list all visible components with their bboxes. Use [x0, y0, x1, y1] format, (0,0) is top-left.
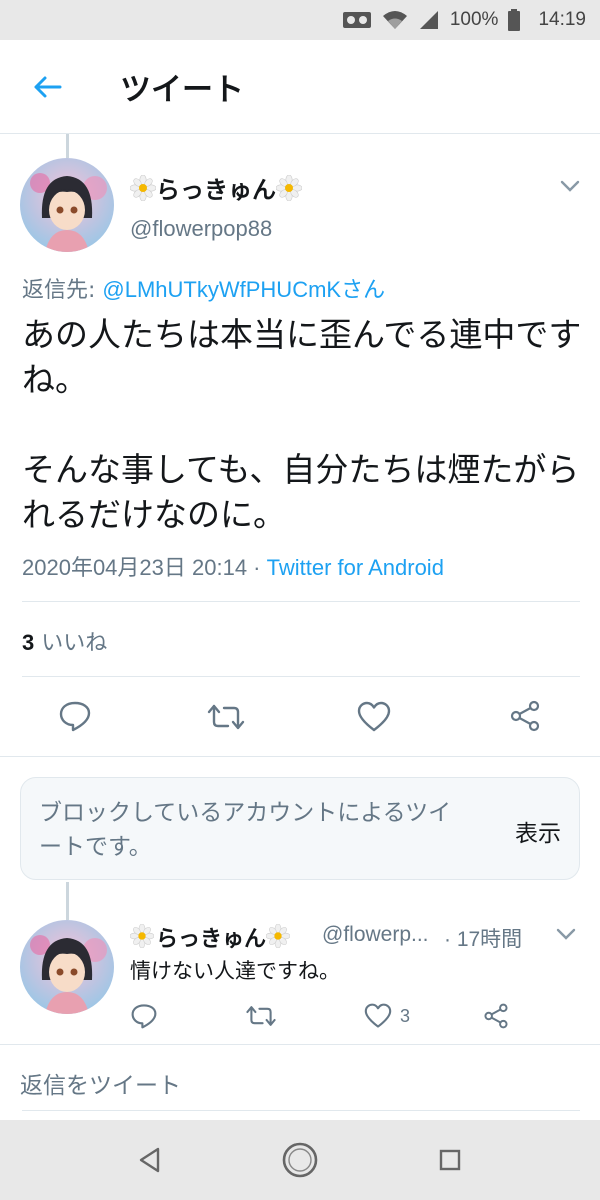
display-name-text: らっきゅん — [156, 927, 267, 952]
compose-underline — [22, 1110, 580, 1111]
reply-to-mention[interactable]: @LMhUTkyWfPHUCmKさん — [102, 277, 385, 302]
flower-icon — [129, 923, 156, 950]
share-icon — [510, 700, 540, 732]
notification-icon — [342, 9, 372, 31]
square-recents-icon — [439, 1149, 461, 1171]
divider — [0, 756, 600, 757]
nav-recents-button[interactable] — [430, 1140, 470, 1180]
like-label: いいね — [34, 631, 108, 656]
nav-home-button[interactable] — [280, 1140, 320, 1180]
navigation-bar — [0, 1120, 600, 1200]
like-button[interactable] — [357, 701, 391, 733]
chevron-down-icon — [556, 928, 576, 940]
wifi-icon — [382, 9, 408, 31]
chevron-down-icon — [560, 180, 580, 192]
reply-to-line: 返信先: @LMhUTkyWfPHUCmKさん — [22, 272, 385, 304]
tweet-source[interactable]: Twitter for Android — [267, 555, 444, 580]
clock: 14:19 — [538, 9, 586, 30]
status-bar: 100% 14:19 — [0, 0, 600, 40]
show-blocked-button[interactable]: 表示 — [515, 814, 561, 848]
share-icon — [484, 1003, 508, 1029]
retweet-icon — [207, 704, 245, 730]
nav-back-button[interactable] — [130, 1140, 170, 1180]
reply-compose-field[interactable]: 返信をツイート — [20, 1066, 181, 1100]
tweet-meta: 2020年04月23日 20:14 · Twitter for Android — [22, 550, 444, 582]
share-button[interactable] — [483, 1003, 509, 1029]
divider — [22, 601, 580, 602]
reply-icon — [131, 1004, 157, 1029]
likes-stat[interactable]: 3 いいね — [22, 625, 107, 657]
user-handle[interactable]: @flowerp... — [322, 923, 429, 947]
tweet-timestamp[interactable]: 2020年04月23日 20:14 — [22, 555, 247, 580]
meta-separator: · — [247, 555, 267, 580]
blocked-tweet-notice: ブロックしているアカウントによるツイートです。 表示 — [20, 777, 580, 880]
page-title: ツイート — [120, 72, 244, 108]
avatar[interactable] — [20, 158, 114, 252]
display-name[interactable]: らっきゅん — [129, 921, 292, 953]
reply-icon — [59, 701, 91, 732]
top-app-bar: ツイート — [0, 40, 600, 134]
battery-percent: 100% — [449, 9, 499, 30]
tweet-menu-button[interactable] — [560, 178, 580, 197]
display-name-text: らっきゅん — [156, 176, 276, 204]
share-button[interactable] — [509, 700, 541, 732]
flower-icon — [129, 174, 157, 201]
reply-button[interactable] — [130, 1003, 158, 1029]
divider — [0, 1044, 600, 1045]
flower-icon — [265, 923, 292, 950]
avatar[interactable] — [20, 920, 114, 1014]
user-handle[interactable]: @flowerpop88 — [130, 216, 272, 242]
tweet-text: あの人たちは本当に歪んでる連中ですね。 そんな事しても、自分たちは煙たがられるだ… — [22, 315, 582, 534]
blocked-notice-text: ブロックしているアカウントによるツイートです。 — [39, 800, 452, 860]
flower-icon — [275, 174, 303, 201]
reply-tweet-text: 情けない人達ですね。 — [130, 959, 340, 983]
tweet-menu-button[interactable] — [556, 926, 576, 945]
thread-line — [66, 882, 69, 920]
triangle-back-icon — [139, 1147, 160, 1173]
divider — [22, 676, 580, 677]
back-button[interactable] — [22, 62, 72, 112]
heart-icon — [364, 1003, 392, 1028]
signal-icon — [418, 9, 440, 31]
heart-icon — [357, 701, 391, 732]
like-count: 3 — [400, 1005, 411, 1026]
like-count: 3 — [22, 630, 35, 655]
like-button[interactable]: 3 — [364, 1003, 410, 1029]
reply-button[interactable] — [58, 700, 92, 732]
retweet-icon — [246, 1006, 276, 1026]
reply-to-label: 返信先: — [22, 278, 103, 303]
arrow-left-icon — [34, 76, 62, 97]
battery-icon — [508, 9, 521, 31]
circle-home-icon — [282, 1142, 318, 1178]
retweet-button[interactable] — [245, 1004, 277, 1028]
thread-line — [66, 134, 69, 158]
retweet-button[interactable] — [206, 702, 246, 732]
display-name[interactable]: らっきゅん — [129, 170, 303, 205]
tweet-time[interactable]: · 17時間 — [444, 923, 522, 953]
